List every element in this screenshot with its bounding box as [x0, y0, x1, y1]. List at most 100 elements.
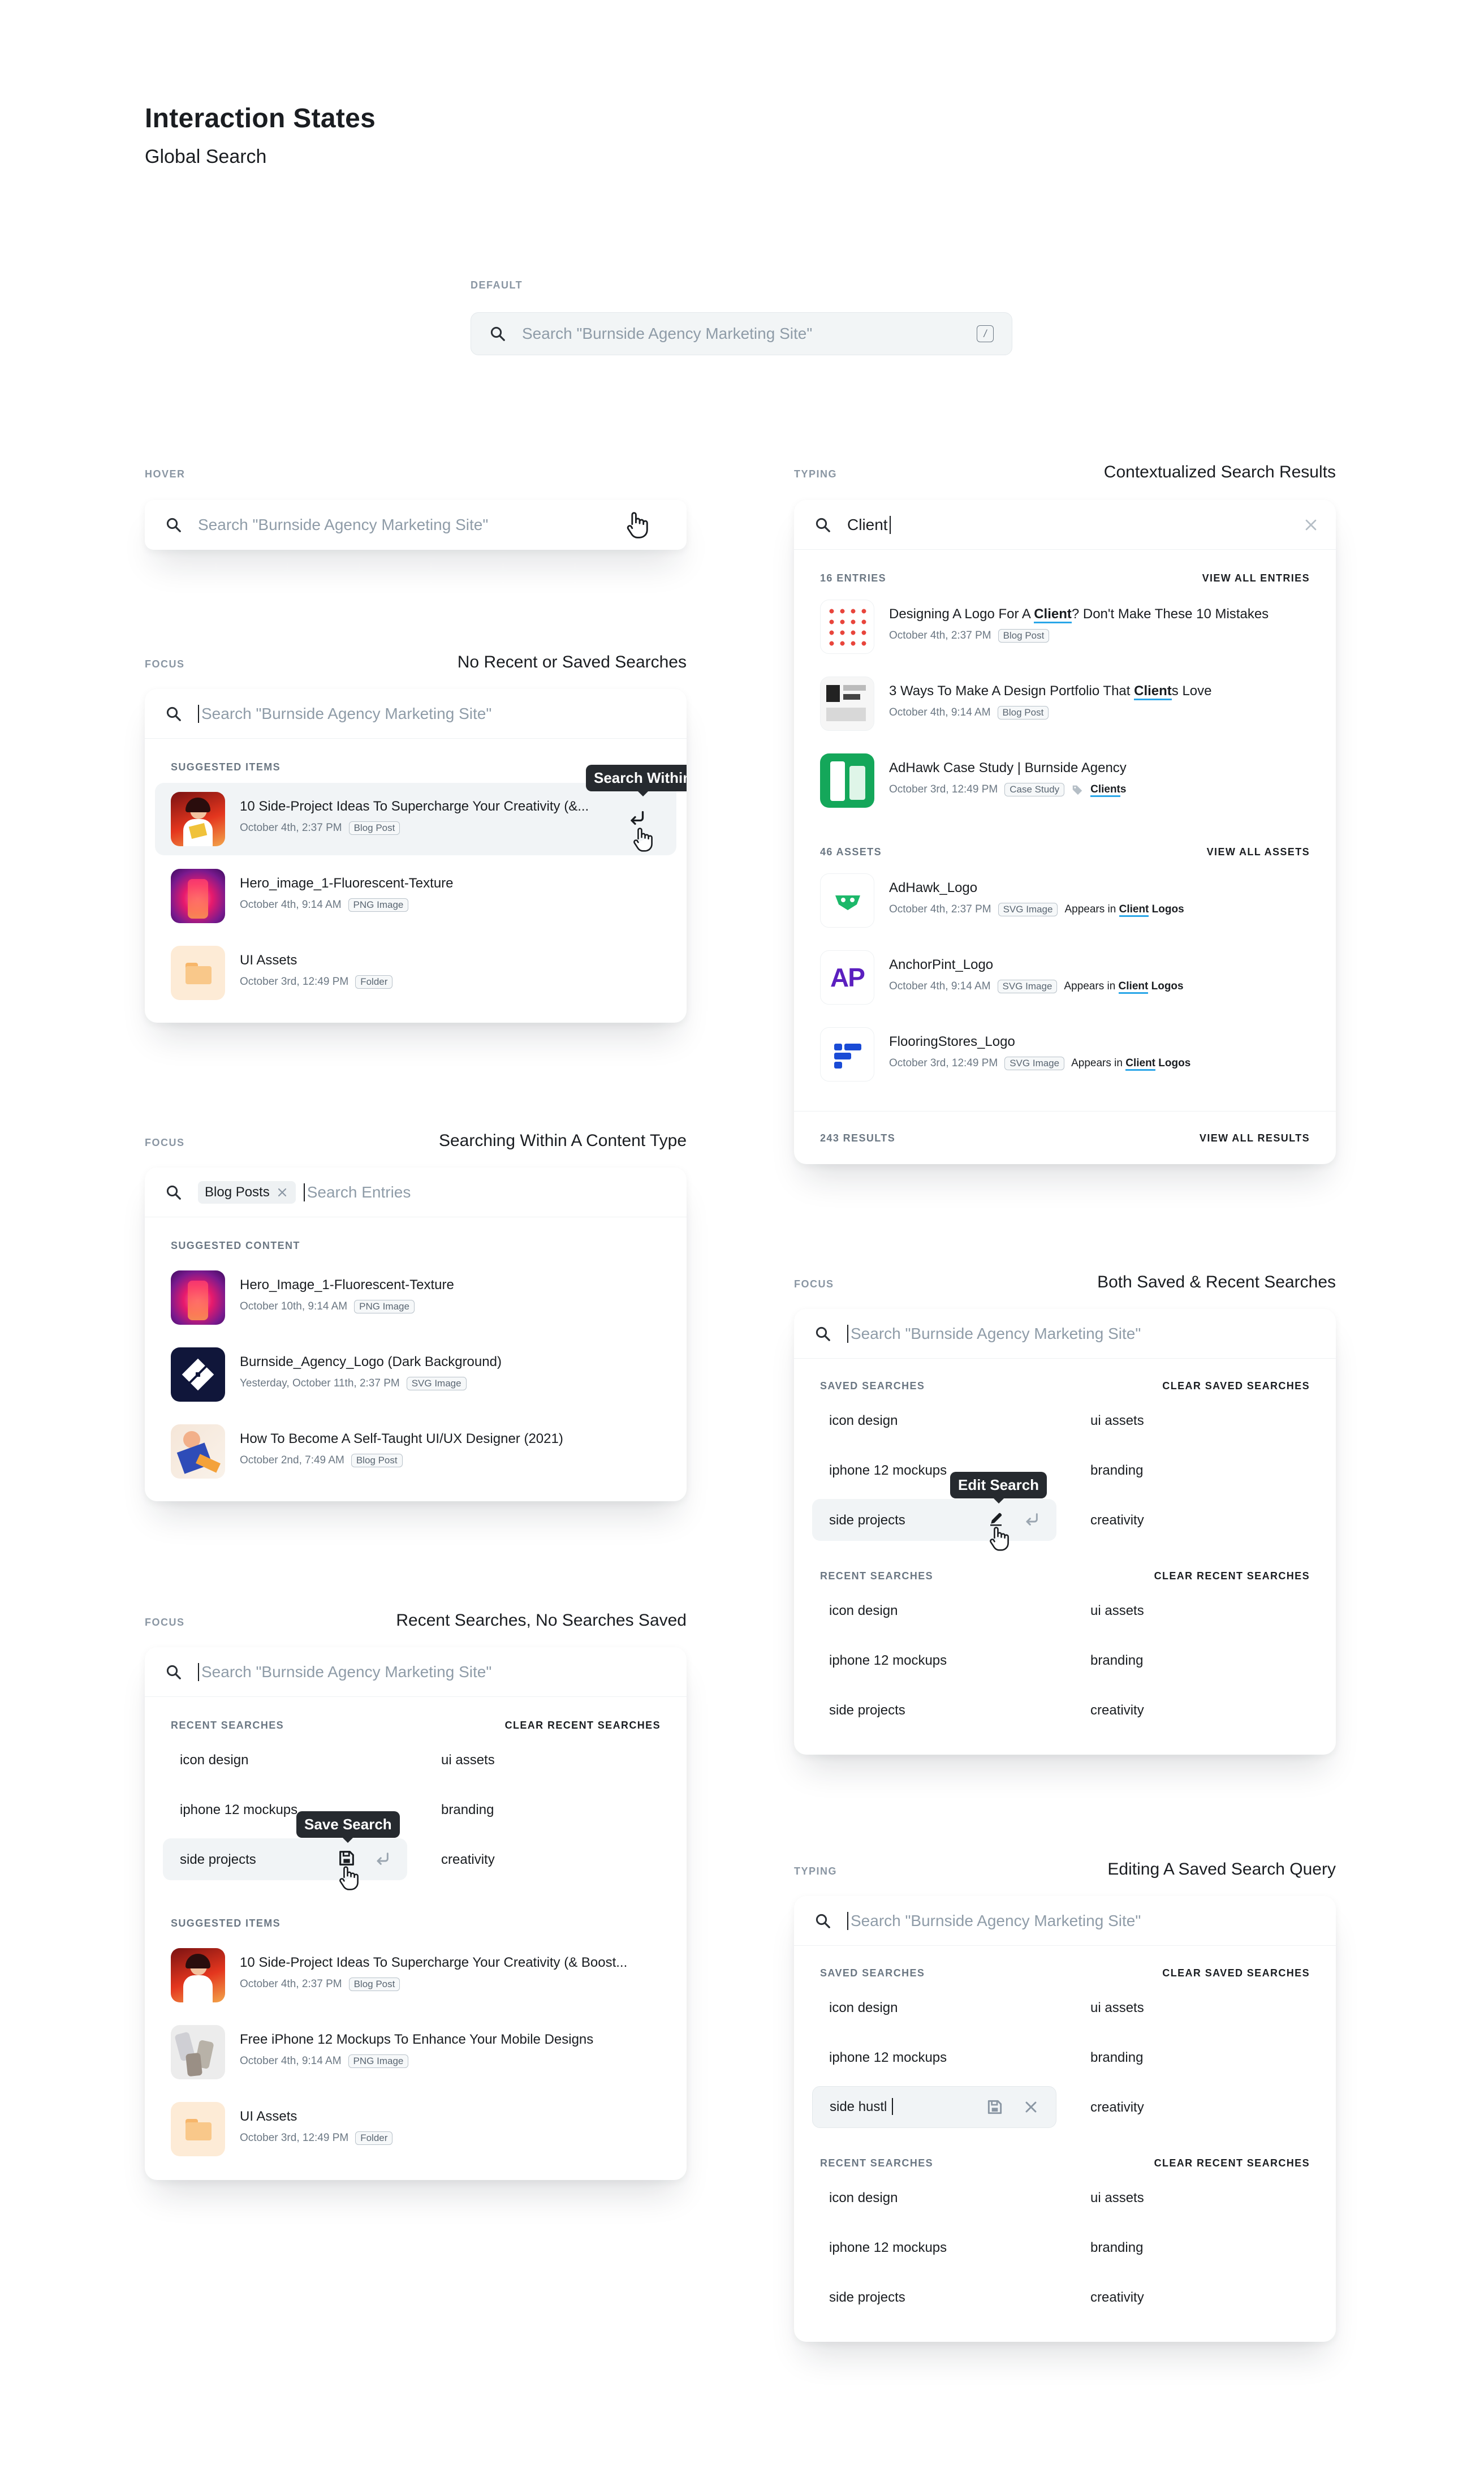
clear-icon[interactable]	[1302, 516, 1320, 534]
saved-search-item[interactable]: ui assets	[1090, 1413, 1144, 1429]
remove-chip-icon[interactable]	[275, 1186, 289, 1199]
saved-search-item[interactable]: branding	[1090, 1463, 1143, 1479]
list-item[interactable]: FlooringStores_Logo October 3rd, 12:49 P…	[794, 1018, 1336, 1091]
pointer-hand-icon	[623, 510, 649, 540]
state-title-typing-2: Editing A Saved Search Query	[1107, 1860, 1336, 1879]
list-item[interactable]: AdHawk Case Study | Burnside Agency Octo…	[794, 744, 1336, 817]
list-item[interactable]: 3 Ways To Make A Design Portfolio That C…	[794, 667, 1336, 740]
view-all-entries-link[interactable]: VIEW ALL ENTRIES	[1202, 572, 1310, 584]
view-all-assets-link[interactable]: VIEW ALL ASSETS	[1207, 846, 1310, 858]
list-item[interactable]: Free iPhone 12 Mockups To Enhance Your M…	[145, 2016, 687, 2088]
saved-search-item[interactable]: side projects	[829, 1513, 905, 1528]
recent-search-item[interactable]: side projects	[180, 1852, 256, 1868]
default-search-bar[interactable]: Search "Burnside Agency Marketing Site" …	[471, 312, 1012, 355]
edit-search-field[interactable]: side hustl	[812, 2086, 1056, 2128]
tooltip: Search Within	[586, 765, 687, 796]
list-item[interactable]: Hero_Image_1-Fluorescent-Texture October…	[145, 1261, 687, 1334]
thumbnail	[820, 753, 874, 808]
pointer-hand-icon	[630, 826, 654, 853]
clear-saved-button[interactable]: CLEAR SAVED SEARCHES	[1162, 1967, 1310, 1979]
recent-search-item[interactable]: iphone 12 mockups	[829, 2240, 947, 2256]
list-item[interactable]: Designing A Logo For A Client? Don't Mak…	[794, 591, 1336, 663]
search-input[interactable]: Blog Posts Search Entries	[145, 1168, 687, 1217]
search-input[interactable]: Search "Burnside Agency Marketing Site"	[145, 689, 687, 739]
recent-search-item[interactable]: branding	[1090, 1653, 1143, 1669]
item-date: October 10th, 9:14 AM	[240, 1300, 348, 1312]
state-label-typing-2: TYPING	[794, 1866, 838, 1877]
cancel-edit-icon[interactable]	[1022, 2098, 1040, 2116]
recent-search-item[interactable]: iphone 12 mockups	[180, 1802, 297, 1818]
search-input[interactable]: Search "Burnside Agency Marketing Site"	[794, 1309, 1336, 1359]
recent-search-item[interactable]: creativity	[441, 1852, 495, 1868]
page-title: Interaction States	[145, 104, 376, 133]
saved-search-item[interactable]: creativity	[1090, 1513, 1144, 1528]
matched-tag: Clients	[1090, 783, 1126, 797]
enter-icon[interactable]	[1023, 1510, 1041, 1528]
list-item[interactable]: 10 Side-Project Ideas To Supercharge You…	[145, 783, 687, 855]
saved-search-item[interactable]: iphone 12 mockups	[829, 2050, 947, 2066]
search-icon	[813, 1911, 832, 1931]
saved-search-item[interactable]: icon design	[829, 2000, 898, 2016]
type-tag: Blog Post	[348, 821, 400, 835]
list-item[interactable]: UI Assets October 3rd, 12:49 PM Folder	[145, 2093, 687, 2165]
list-item[interactable]: AP AnchorPint_Logo October 4th, 9:14 AM S…	[794, 941, 1336, 1014]
results-count: 243 RESULTS	[820, 1132, 896, 1144]
search-icon	[164, 1183, 183, 1202]
recent-search-item[interactable]: creativity	[1090, 2290, 1144, 2306]
search-icon	[164, 1662, 183, 1682]
view-all-results-link[interactable]: VIEW ALL RESULTS	[1200, 1132, 1310, 1144]
list-item[interactable]: 10 Side-Project Ideas To Supercharge You…	[145, 1939, 687, 2011]
text-caret	[892, 2098, 893, 2115]
enter-icon[interactable]	[373, 1850, 391, 1868]
search-input[interactable]: Search "Burnside Agency Marketing Site"	[794, 1896, 1336, 1946]
search-input[interactable]: Client	[794, 500, 1336, 550]
focus-empty-panel: Search "Burnside Agency Marketing Site" …	[145, 689, 687, 1023]
text-caret	[198, 1662, 199, 1681]
section-header: RECENT SEARCHES	[171, 1720, 284, 1731]
item-title: AnchorPint_Logo	[889, 957, 994, 972]
item-date: October 4th, 2:37 PM	[240, 1978, 342, 1990]
recent-search-item[interactable]: side projects	[829, 1703, 905, 1718]
search-icon	[488, 324, 507, 343]
list-item[interactable]: How To Become A Self-Taught UI/UX Design…	[145, 1415, 687, 1488]
recent-search-item[interactable]: iphone 12 mockups	[829, 1653, 947, 1669]
clear-recent-button[interactable]: CLEAR RECENT SEARCHES	[1154, 2157, 1310, 2169]
save-search-icon[interactable]	[986, 2098, 1004, 2116]
recent-search-item[interactable]: branding	[1090, 2240, 1143, 2256]
recent-search-item[interactable]: ui assets	[441, 1752, 495, 1768]
list-item[interactable]: UI Assets October 3rd, 12:49 PM Folder	[145, 937, 687, 1009]
saved-search-item[interactable]: creativity	[1090, 2100, 1144, 2116]
item-title: UI Assets	[240, 2109, 297, 2124]
saved-search-item[interactable]: branding	[1090, 2050, 1143, 2066]
saved-search-item[interactable]: icon design	[829, 1413, 898, 1429]
item-title: Hero_Image_1-Fluorescent-Texture	[240, 1277, 454, 1293]
list-item[interactable]: Burnside_Agency_Logo (Dark Background) Y…	[145, 1338, 687, 1411]
recent-search-item[interactable]: icon design	[180, 1752, 248, 1768]
clear-recent-button[interactable]: CLEAR RECENT SEARCHES	[1154, 1570, 1310, 1582]
recent-search-item[interactable]: side projects	[829, 2290, 905, 2306]
list-item[interactable]: Hero_image_1-Fluorescent-Texture October…	[145, 860, 687, 932]
recent-search-item[interactable]: icon design	[829, 2190, 898, 2206]
filter-chip[interactable]: Blog Posts	[198, 1181, 296, 1204]
recent-search-item[interactable]: creativity	[1090, 1703, 1144, 1718]
saved-search-item[interactable]: iphone 12 mockups	[829, 1463, 947, 1479]
search-placeholder: Search "Burnside Agency Marketing Site"	[851, 1324, 1141, 1342]
section-header: SAVED SEARCHES	[820, 1967, 925, 1979]
item-date: October 2nd, 7:49 AM	[240, 1454, 344, 1466]
recent-search-item[interactable]: ui assets	[1090, 1603, 1144, 1619]
list-item[interactable]: AdHawk_Logo October 4th, 2:37 PM SVG Imag…	[794, 864, 1336, 937]
search-input[interactable]: Search "Burnside Agency Marketing Site"	[145, 1647, 687, 1697]
clear-saved-button[interactable]: CLEAR SAVED SEARCHES	[1162, 1380, 1310, 1392]
recent-search-item[interactable]: branding	[441, 1802, 494, 1818]
recent-search-item[interactable]: icon design	[829, 1603, 898, 1619]
saved-search-item[interactable]: ui assets	[1090, 2000, 1144, 2016]
thumbnail	[171, 1347, 225, 1402]
type-tag: Blog Post	[998, 629, 1050, 643]
enter-icon[interactable]	[627, 808, 647, 828]
focus-both-panel: Search "Burnside Agency Marketing Site" …	[794, 1309, 1336, 1755]
recent-search-item[interactable]: ui assets	[1090, 2190, 1144, 2206]
focus-within-panel: Blog Posts Search Entries SUGGESTED CONT…	[145, 1168, 687, 1501]
clear-recent-button[interactable]: CLEAR RECENT SEARCHES	[505, 1720, 661, 1731]
item-title: Free iPhone 12 Mockups To Enhance Your M…	[240, 2032, 594, 2047]
hover-search-bar[interactable]: Search "Burnside Agency Marketing Site"	[145, 500, 687, 550]
